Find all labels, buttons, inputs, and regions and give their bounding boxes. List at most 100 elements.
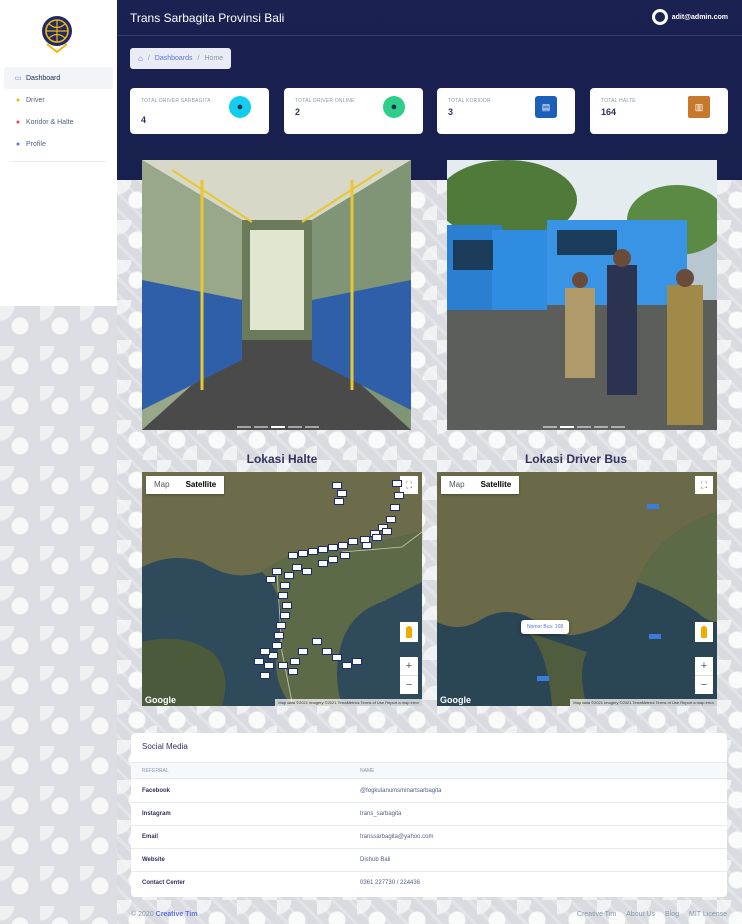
zoom-out-button[interactable]: − xyxy=(695,676,713,694)
halte-marker[interactable] xyxy=(298,648,308,655)
halte-marker[interactable] xyxy=(318,546,328,553)
pegman-icon[interactable] xyxy=(695,622,713,642)
halte-marker[interactable] xyxy=(312,638,322,645)
footer-link-license[interactable]: MIT License xyxy=(689,911,727,918)
halte-marker[interactable] xyxy=(298,550,308,557)
halte-marker[interactable] xyxy=(328,544,338,551)
row-key: Instagram xyxy=(142,811,171,817)
halte-marker[interactable] xyxy=(394,492,404,499)
halte-marker[interactable] xyxy=(340,552,350,559)
halte-marker[interactable] xyxy=(260,672,270,679)
halte-marker[interactable] xyxy=(342,662,352,669)
sidebar-item-koridor-halte[interactable]: ● Koridor & Halte xyxy=(4,111,113,133)
stat-card-total-driver: TOTAL DRIVER SARBAGITA 4 ● xyxy=(130,88,269,134)
halte-marker[interactable] xyxy=(390,504,400,511)
user-menu[interactable]: adit@admin.com xyxy=(651,9,728,25)
halte-marker[interactable] xyxy=(386,516,396,523)
map-type-control[interactable]: Map Satellite xyxy=(146,476,225,494)
halte-marker[interactable] xyxy=(272,642,282,649)
halte-marker[interactable] xyxy=(276,622,286,629)
halte-marker[interactable] xyxy=(278,592,288,599)
map-attribution[interactable]: Map data ©2021 Imagery ©2021 TerraMetric… xyxy=(275,699,422,706)
breadcrumb-dashboards[interactable]: Dashboards xyxy=(155,55,193,62)
row-key: Contact Center xyxy=(142,880,186,886)
footer-links: Creative Tim About Us Blog MIT License xyxy=(577,911,727,918)
halte-marker[interactable] xyxy=(288,552,298,559)
pegman-icon[interactable] xyxy=(400,622,418,642)
zoom-control[interactable]: + − xyxy=(695,657,713,694)
brand-link[interactable]: Creative Tim xyxy=(156,911,198,918)
halte-marker[interactable] xyxy=(272,568,282,575)
halte-marker[interactable] xyxy=(290,658,300,665)
halte-marker[interactable] xyxy=(332,482,342,489)
row-key: Facebook xyxy=(142,788,171,794)
zoom-out-button[interactable]: − xyxy=(400,676,418,694)
halte-marker[interactable] xyxy=(254,658,264,665)
halte-marker[interactable] xyxy=(278,662,288,669)
halte-marker[interactable] xyxy=(280,582,290,589)
halte-marker[interactable] xyxy=(302,568,312,575)
sidebar-nav: ▭ Dashboard ● Driver ● Koridor & Halte ●… xyxy=(4,67,113,155)
satellite-tab[interactable]: Satellite xyxy=(473,476,520,494)
halte-marker[interactable] xyxy=(274,632,284,639)
zoom-in-button[interactable]: + xyxy=(695,657,713,675)
halte-marker[interactable] xyxy=(328,556,338,563)
halte-marker[interactable] xyxy=(282,602,292,609)
footer-link-creative-tim[interactable]: Creative Tim xyxy=(577,911,616,918)
halte-marker[interactable] xyxy=(352,658,362,665)
driver-map[interactable]: Map Satellite ⛶ + − Nomor Bus: 108 Googl… xyxy=(437,472,717,706)
logo-icon xyxy=(42,16,72,54)
halte-marker[interactable] xyxy=(284,572,294,579)
halte-marker[interactable] xyxy=(318,560,328,567)
halte-marker[interactable] xyxy=(266,576,276,583)
home-icon[interactable]: ⌂ xyxy=(138,54,143,63)
user-icon: ● xyxy=(15,96,21,104)
zoom-control[interactable]: + − xyxy=(400,657,418,694)
bus-marker[interactable] xyxy=(647,504,659,509)
table-row: Email transsarbagita@yahoo.com xyxy=(131,826,727,849)
halte-marker[interactable] xyxy=(264,662,274,669)
halte-marker[interactable] xyxy=(392,480,402,487)
halte-marker[interactable] xyxy=(332,654,342,661)
sidebar-item-dashboard[interactable]: ▭ Dashboard xyxy=(4,67,113,89)
zoom-in-button[interactable]: + xyxy=(400,657,418,675)
halte-marker[interactable] xyxy=(288,668,298,675)
map-type-control[interactable]: Map Satellite xyxy=(441,476,520,494)
sidebar-item-driver[interactable]: ● Driver xyxy=(4,89,113,111)
map-tab[interactable]: Map xyxy=(441,476,473,494)
footer-link-blog[interactable]: Blog xyxy=(665,911,679,918)
online-driver-icon: ● xyxy=(383,96,405,118)
halte-marker[interactable] xyxy=(280,612,290,619)
table-row: Website Dishub Bali xyxy=(131,849,727,872)
driver-icon: ● xyxy=(229,96,251,118)
stat-value: 164 xyxy=(601,107,617,117)
halte-marker[interactable] xyxy=(308,548,318,555)
bus-icon: ▤ xyxy=(535,96,557,118)
halte-map[interactable]: Map Satellite ⛶ + − Google Map data ©202… xyxy=(142,472,422,706)
halte-marker[interactable] xyxy=(260,648,270,655)
copyright: © 2020 Creative Tim xyxy=(131,911,198,918)
halte-marker[interactable] xyxy=(372,534,382,541)
map-tab[interactable]: Map xyxy=(146,476,178,494)
row-value: @fogkulanumsminartsarbagita xyxy=(360,788,442,794)
sidebar-item-profile[interactable]: ● Profile xyxy=(4,133,113,155)
fullscreen-icon[interactable]: ⛶ xyxy=(695,476,713,494)
stat-card-total-koridor: TOTAL KORIDOR 3 ▤ xyxy=(437,88,575,134)
stat-card-total-halte: TOTAL HALTE 164 ▥ xyxy=(590,88,728,134)
halte-marker[interactable] xyxy=(362,542,372,549)
halte-marker[interactable] xyxy=(337,490,347,497)
bus-marker[interactable] xyxy=(649,634,661,639)
bus-marker[interactable] xyxy=(537,676,549,681)
footer-link-about-us[interactable]: About Us xyxy=(626,911,655,918)
halte-marker[interactable] xyxy=(322,648,332,655)
halte-marker[interactable] xyxy=(348,538,358,545)
carousel-indicators[interactable] xyxy=(543,426,625,428)
stat-value: 3 xyxy=(448,107,454,117)
halte-marker[interactable] xyxy=(292,564,302,571)
map-attribution[interactable]: Map data ©2021 Imagery ©2021 TerraMetric… xyxy=(570,699,717,706)
halte-marker[interactable] xyxy=(382,528,392,535)
carousel-indicators[interactable] xyxy=(237,426,319,428)
halte-marker[interactable] xyxy=(338,542,348,549)
satellite-tab[interactable]: Satellite xyxy=(178,476,225,494)
halte-marker[interactable] xyxy=(334,498,344,505)
